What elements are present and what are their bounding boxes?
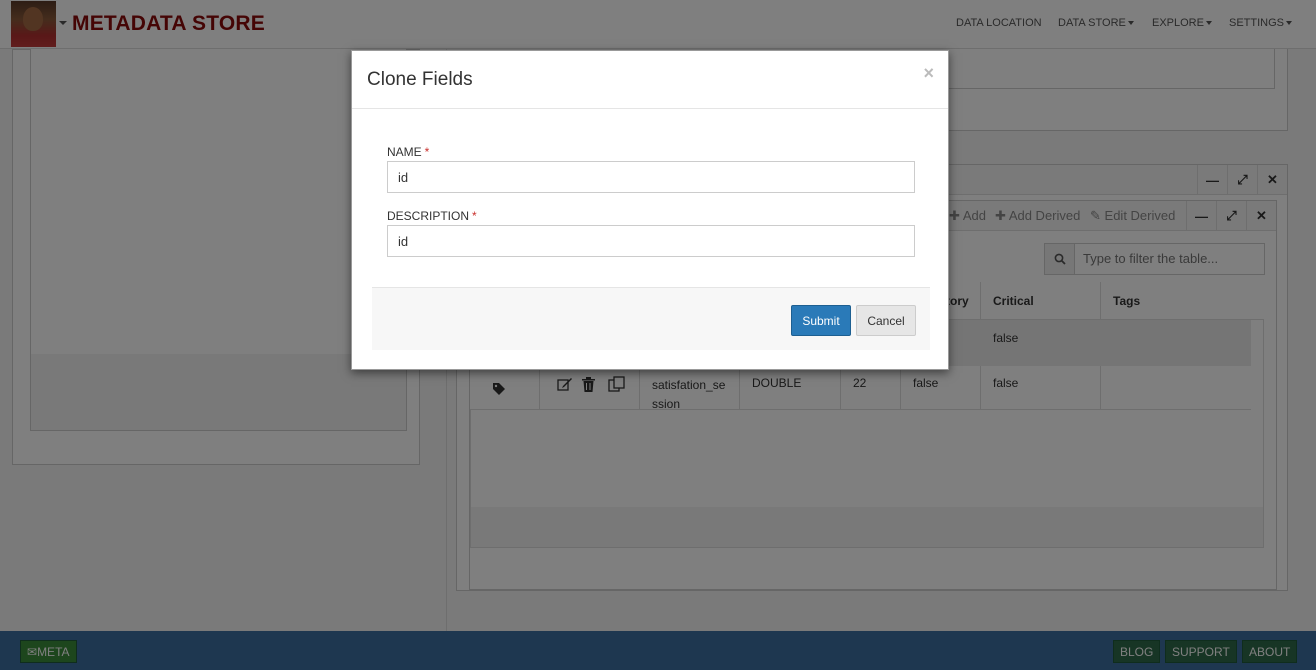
submit-button[interactable]: Submit	[791, 305, 851, 336]
description-label: DESCRIPTION *	[387, 209, 477, 223]
modal-title: Clone Fields	[367, 69, 473, 90]
modal-divider	[352, 108, 948, 109]
description-input[interactable]	[387, 225, 915, 257]
close-icon[interactable]: ×	[923, 63, 934, 84]
cancel-button[interactable]: Cancel	[856, 305, 916, 336]
name-label: NAME *	[387, 145, 430, 159]
clone-fields-modal: Clone Fields × NAME* DESCRIPTION* Submit…	[351, 50, 949, 370]
required-mark: *	[472, 209, 477, 223]
required-mark: *	[424, 145, 430, 159]
modal-footer: Submit Cancel	[372, 287, 930, 350]
name-input[interactable]	[387, 161, 915, 193]
